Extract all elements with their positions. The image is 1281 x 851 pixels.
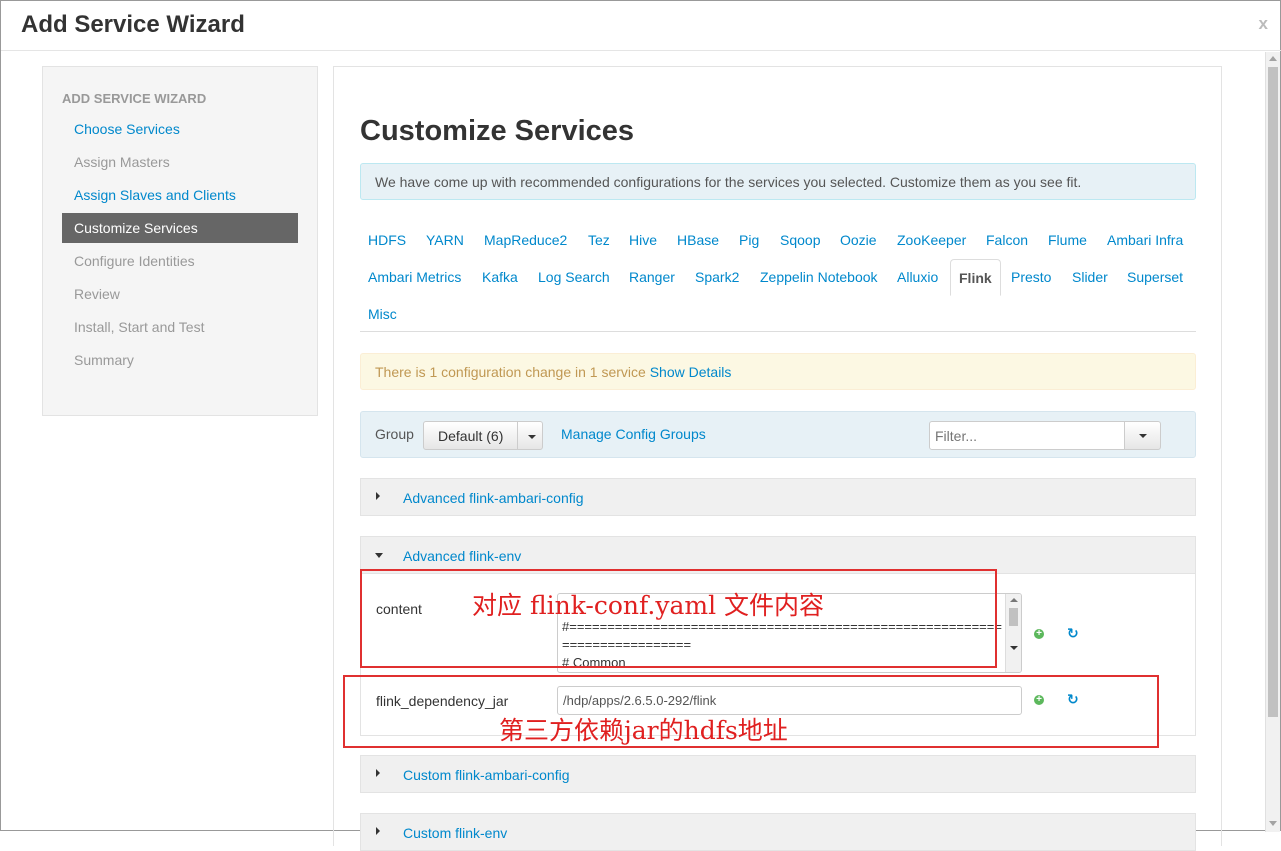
section-title[interactable]: Custom flink-env bbox=[403, 825, 507, 841]
info-alert: We have come up with recommended configu… bbox=[360, 163, 1196, 200]
expand-right-icon bbox=[376, 769, 380, 777]
tab-hbase[interactable]: HBase bbox=[669, 222, 727, 259]
tab-slider[interactable]: Slider bbox=[1064, 259, 1116, 296]
config-change-alert: There is 1 configuration change in 1 ser… bbox=[360, 353, 1196, 390]
tab-ranger[interactable]: Ranger bbox=[621, 259, 683, 296]
tab-ambari-infra[interactable]: Ambari Infra bbox=[1099, 222, 1191, 259]
section-custom-flink-ambari-config[interactable]: Custom flink-ambari-config bbox=[360, 755, 1196, 793]
dropdown-separator bbox=[517, 422, 518, 449]
section-title[interactable]: Custom flink-ambari-config bbox=[403, 767, 570, 783]
refresh-icon[interactable]: ↻ bbox=[1067, 626, 1079, 640]
tab-flink[interactable]: Flink bbox=[950, 259, 1001, 296]
modal-header: Add Service Wizard x bbox=[1, 1, 1281, 51]
modal-scrollbar[interactable] bbox=[1265, 52, 1280, 832]
tab-ambari-metrics[interactable]: Ambari Metrics bbox=[360, 259, 469, 296]
tab-presto[interactable]: Presto bbox=[1003, 259, 1059, 296]
page-title: Customize Services bbox=[360, 115, 635, 147]
tab-tez[interactable]: Tez bbox=[580, 222, 618, 259]
tab-alluxio[interactable]: Alluxio bbox=[889, 259, 946, 296]
expand-right-icon bbox=[376, 827, 380, 835]
scroll-thumb[interactable] bbox=[1268, 67, 1278, 717]
show-details-link[interactable]: Show Details bbox=[650, 364, 732, 380]
textarea-scrollbar[interactable] bbox=[1005, 594, 1021, 672]
override-plus-icon[interactable]: + bbox=[1034, 629, 1044, 639]
scroll-up-icon[interactable] bbox=[1269, 56, 1277, 61]
modal-title: Add Service Wizard bbox=[21, 11, 245, 38]
tab-spark2[interactable]: Spark2 bbox=[687, 259, 747, 296]
filter-input[interactable] bbox=[929, 421, 1125, 450]
tab-sqoop[interactable]: Sqoop bbox=[772, 222, 828, 259]
tab-yarn[interactable]: YARN bbox=[418, 222, 472, 259]
tab-misc[interactable]: Misc bbox=[360, 296, 405, 333]
annotation-content-note: 对应 flink-conf.yaml 文件内容 bbox=[472, 591, 825, 620]
annotation-jar-note: 第三方依赖jar的hdfs地址 bbox=[499, 716, 788, 745]
tab-log-search[interactable]: Log Search bbox=[530, 259, 618, 296]
sidebar-item-install-start-test: Install, Start and Test bbox=[74, 319, 205, 335]
scroll-down-icon[interactable] bbox=[1010, 646, 1018, 650]
sidebar-item-configure-identities: Configure Identities bbox=[74, 253, 195, 269]
tab-pig[interactable]: Pig bbox=[731, 222, 767, 259]
service-tabs: HDFS YARN MapReduce2 Tez Hive HBase Pig … bbox=[360, 222, 1196, 332]
tab-oozie[interactable]: Oozie bbox=[832, 222, 885, 259]
manage-config-groups-link[interactable]: Manage Config Groups bbox=[561, 426, 706, 442]
add-service-wizard-modal: Add Service Wizard x ADD SERVICE WIZARD … bbox=[0, 0, 1281, 851]
close-button[interactable]: x bbox=[1259, 14, 1268, 34]
config-group-value: Default (6) bbox=[438, 428, 504, 444]
sidebar-item-customize-services[interactable]: Customize Services bbox=[62, 213, 298, 243]
sidebar-item-choose-services[interactable]: Choose Services bbox=[62, 114, 298, 144]
tab-superset[interactable]: Superset bbox=[1119, 259, 1191, 296]
filter-dropdown-button[interactable] bbox=[1124, 421, 1161, 450]
section-custom-flink-env[interactable]: Custom flink-env bbox=[360, 813, 1196, 851]
expand-right-icon bbox=[376, 492, 380, 500]
sidebar-header: ADD SERVICE WIZARD bbox=[62, 91, 207, 106]
config-group-dropdown[interactable]: Default (6) bbox=[423, 421, 543, 450]
sidebar-item-assign-slaves-and-clients[interactable]: Assign Slaves and Clients bbox=[62, 180, 298, 210]
caret-down-icon[interactable] bbox=[528, 435, 536, 439]
tab-hive[interactable]: Hive bbox=[621, 222, 665, 259]
config-group-bar: Group Default (6) Manage Config Groups bbox=[360, 411, 1196, 458]
section-title[interactable]: Advanced flink-ambari-config bbox=[403, 490, 584, 506]
scroll-down-icon[interactable] bbox=[1269, 821, 1277, 826]
config-change-text: There is 1 configuration change in 1 ser… bbox=[375, 364, 646, 380]
sidebar-item-summary: Summary bbox=[74, 352, 134, 368]
scroll-up-icon[interactable] bbox=[1010, 598, 1018, 602]
caret-down-icon bbox=[1139, 434, 1147, 438]
tab-flume[interactable]: Flume bbox=[1040, 222, 1095, 259]
tab-hdfs[interactable]: HDFS bbox=[360, 222, 414, 259]
tab-zookeeper[interactable]: ZooKeeper bbox=[889, 222, 974, 259]
tab-mapreduce2[interactable]: MapReduce2 bbox=[476, 222, 575, 259]
group-label: Group bbox=[375, 426, 414, 442]
tab-falcon[interactable]: Falcon bbox=[978, 222, 1036, 259]
collapse-down-icon bbox=[375, 553, 383, 558]
sidebar-item-assign-masters: Assign Masters bbox=[74, 154, 170, 170]
sidebar-item-review: Review bbox=[74, 286, 120, 302]
section-title[interactable]: Advanced flink-env bbox=[403, 548, 521, 564]
wizard-steps-sidebar: ADD SERVICE WIZARD Choose Services Assig… bbox=[42, 66, 318, 416]
tab-kafka[interactable]: Kafka bbox=[474, 259, 526, 296]
tab-zeppelin-notebook[interactable]: Zeppelin Notebook bbox=[752, 259, 886, 296]
textarea-scroll-thumb[interactable] bbox=[1009, 608, 1018, 626]
section-advanced-flink-ambari-config[interactable]: Advanced flink-ambari-config bbox=[360, 478, 1196, 516]
